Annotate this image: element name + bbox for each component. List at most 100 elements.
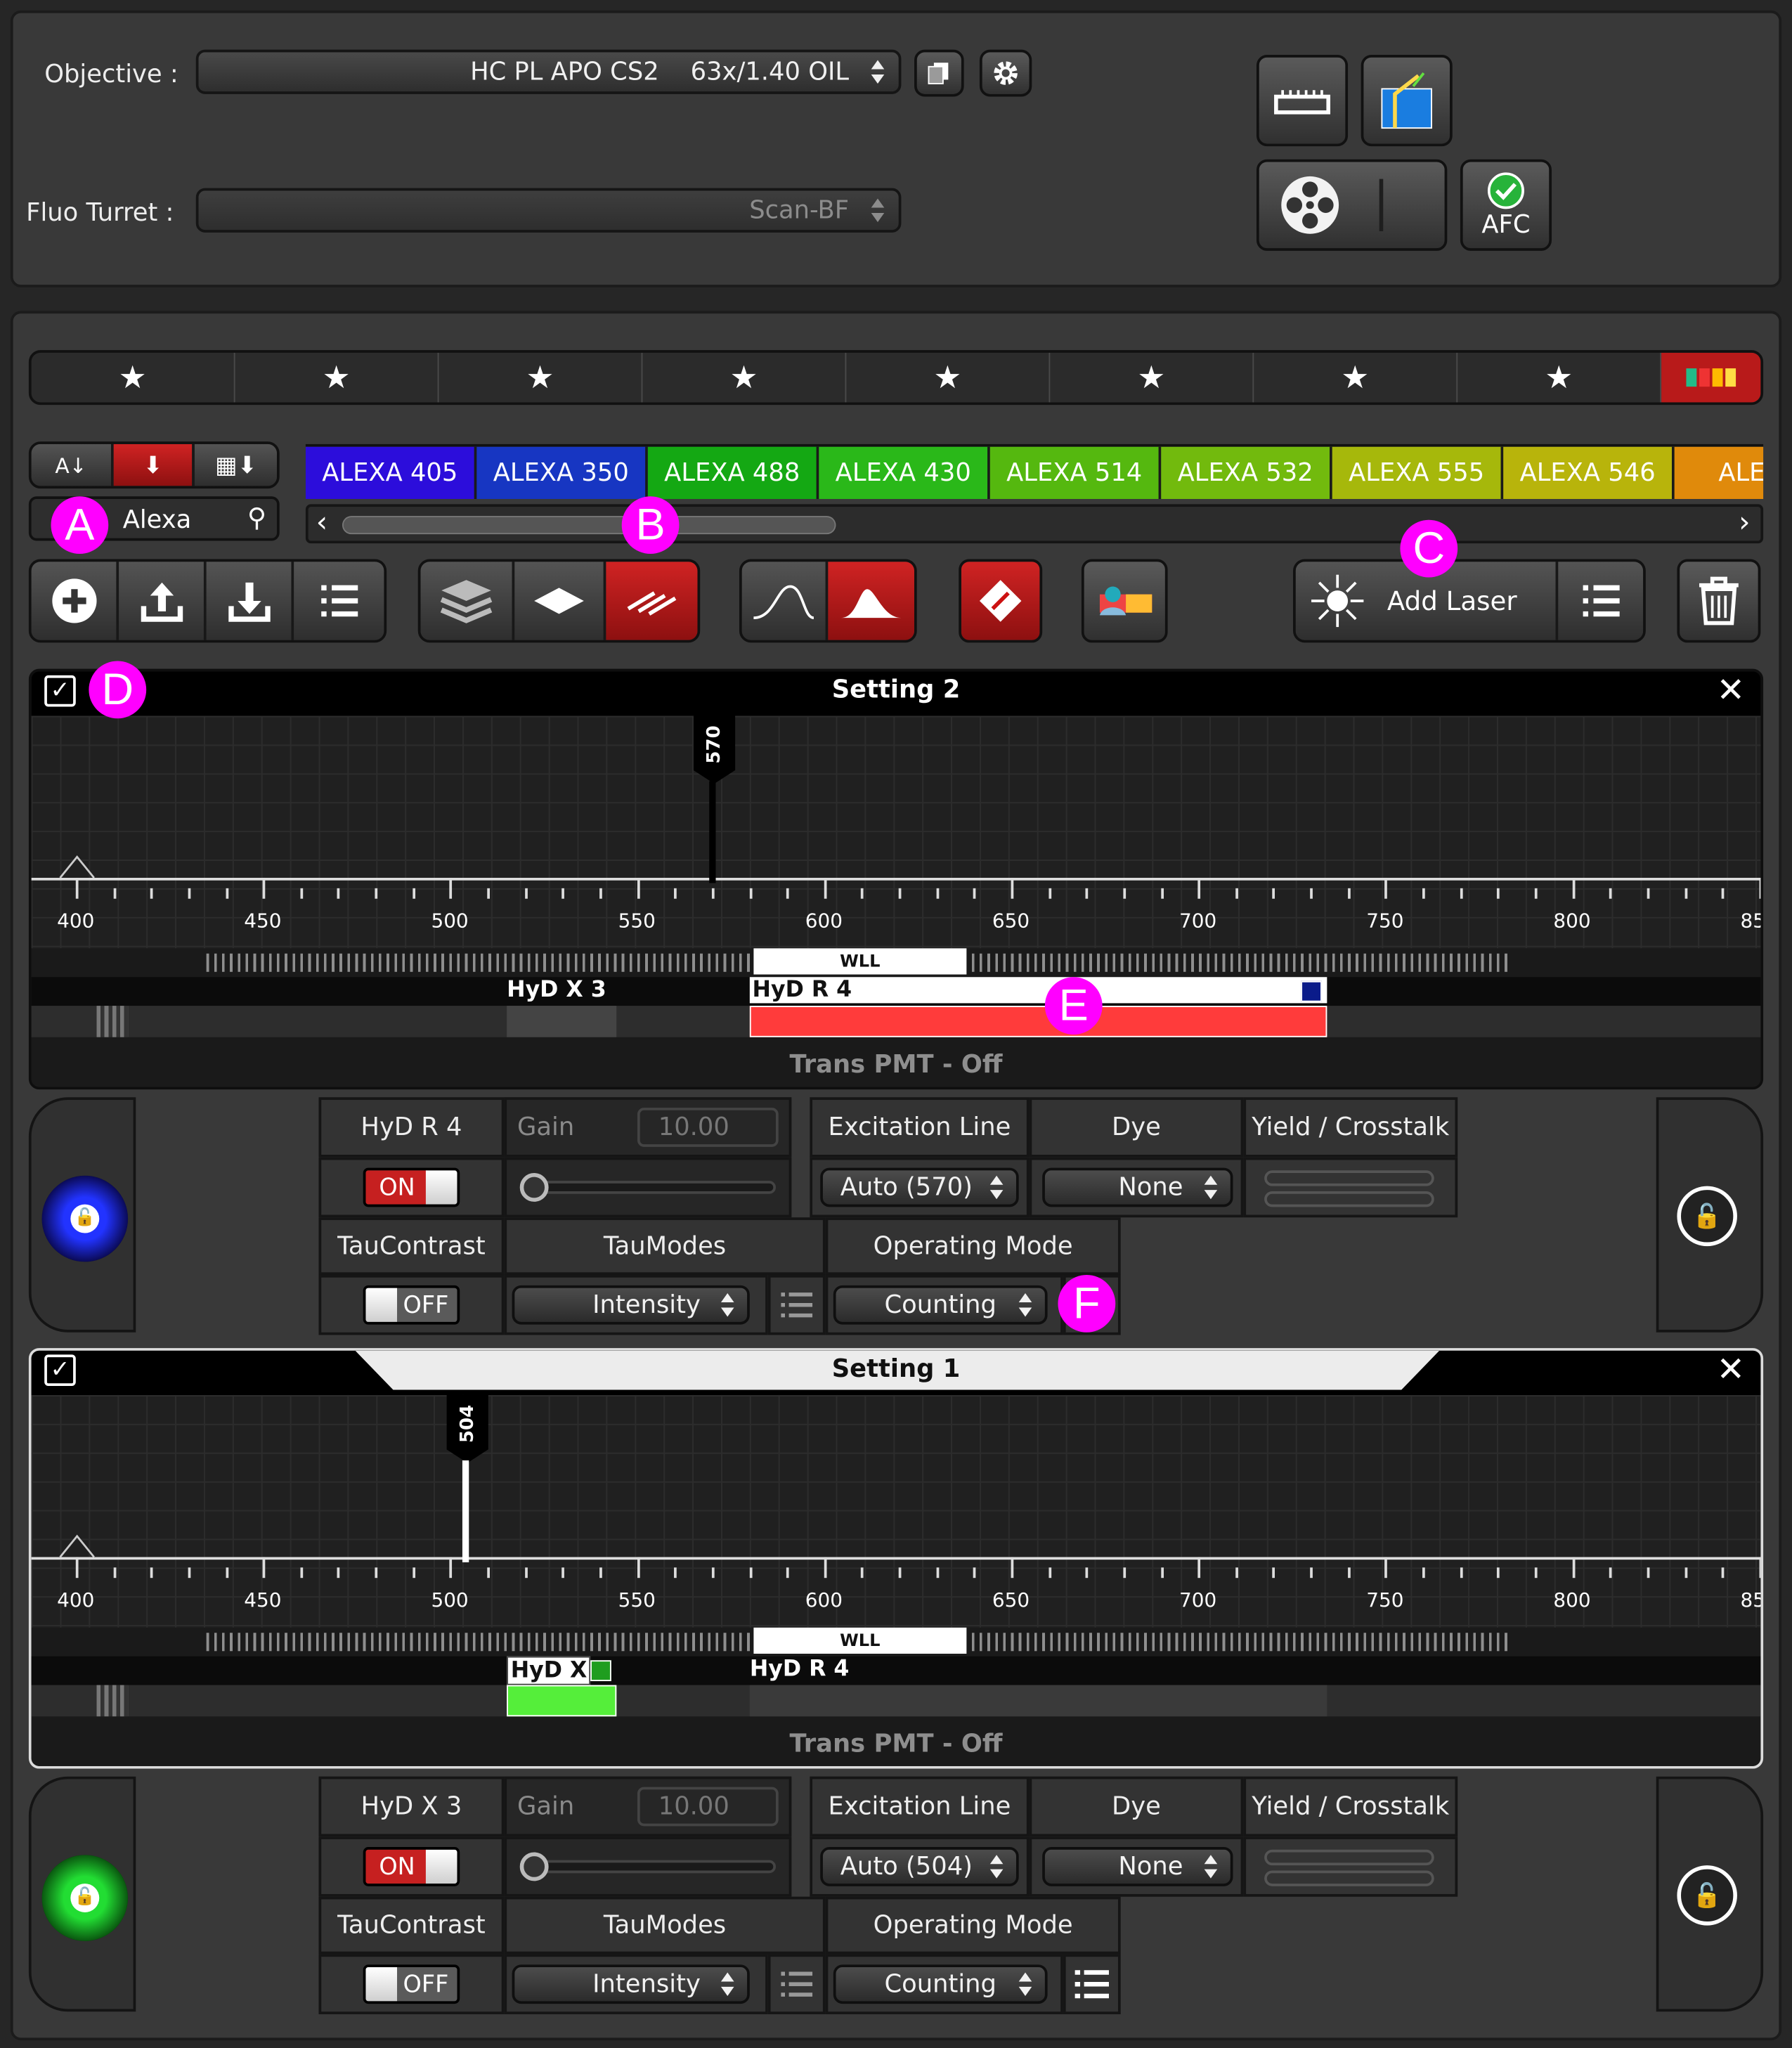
- dye-chip[interactable]: ALEXA 514: [989, 446, 1162, 499]
- favorites-bar: ★ ★ ★ ★ ★ ★ ★ ★: [28, 350, 1764, 406]
- detector-band-1[interactable]: [507, 1685, 617, 1717]
- laser-list-button[interactable]: [1558, 562, 1644, 640]
- wll-band[interactable]: WLL: [753, 948, 967, 975]
- emission-curve-button[interactable]: [741, 562, 829, 640]
- dye-chip[interactable]: ALEXA 555: [1332, 446, 1504, 499]
- fluo-turret-value: Scan-BF: [749, 195, 850, 225]
- detector-controls: 🔓 HyD R 4 Gain 10.00 ON Excitation Line …: [28, 1097, 1764, 1335]
- favorite-slot-1[interactable]: ★: [32, 352, 235, 403]
- star-add-icon: ★: [729, 359, 758, 396]
- taumodes-dropdown[interactable]: Intensity: [512, 1964, 750, 2004]
- gain-input[interactable]: 10.00: [637, 1787, 779, 1827]
- detector-band-2[interactable]: [749, 1685, 1327, 1717]
- favorite-slot-5[interactable]: ★: [846, 352, 1051, 403]
- objective-info-button[interactable]: [914, 49, 964, 97]
- objective-settings-button[interactable]: [979, 49, 1032, 97]
- objective-dropdown[interactable]: HC PL APO CS2 63x/1.40 OIL: [195, 49, 902, 94]
- single-plane-button[interactable]: [514, 562, 606, 640]
- axis-minor-tick: [113, 888, 116, 899]
- wll-band[interactable]: WLL: [753, 1627, 967, 1654]
- excitation-dropdown[interactable]: Auto (570): [820, 1167, 1019, 1207]
- favorite-slot-2[interactable]: ★: [235, 352, 439, 403]
- favorite-slot-7[interactable]: ★: [1254, 352, 1458, 403]
- check-circle-icon: [1487, 172, 1524, 209]
- taumodes-list-cell[interactable]: [767, 1274, 826, 1335]
- close-icon[interactable]: ✕: [1717, 671, 1746, 711]
- taucontrast-toggle[interactable]: OFF: [363, 1964, 460, 2004]
- gain-slider-thumb[interactable]: [519, 1852, 549, 1881]
- dye-search-input[interactable]: Alexa: [123, 505, 192, 534]
- dye-dropdown[interactable]: None: [1042, 1167, 1233, 1207]
- sort-color-button[interactable]: ⬇: [113, 443, 195, 486]
- trans-detector-band[interactable]: [96, 1685, 129, 1717]
- favorite-slot-6[interactable]: ★: [1050, 352, 1254, 403]
- dye-chip[interactable]: ALEXA 546: [1503, 446, 1675, 499]
- lut-button[interactable]: [1661, 352, 1761, 403]
- add-setting-button[interactable]: [31, 562, 119, 640]
- trans-detector-band[interactable]: [96, 1006, 129, 1037]
- chevron-right-icon[interactable]: ›: [1739, 507, 1750, 539]
- axis-minor-tick: [711, 888, 715, 899]
- sequence-link-button[interactable]: [959, 559, 1043, 643]
- detector-color-button[interactable]: 🔓: [41, 1855, 129, 1941]
- dye-chip[interactable]: ALEXA: [1674, 446, 1764, 499]
- favorite-slot-8[interactable]: ★: [1457, 352, 1662, 403]
- setting-panel[interactable]: ✓ Setting 2 ✕ 400 450 500 550 600 650 700 750 80…: [28, 668, 1764, 1090]
- dye-chip[interactable]: ALEXA 488: [647, 446, 819, 499]
- spectrum-chart[interactable]: 400 450 500 550 600 650 700 750 800 850 504: [31, 1394, 1761, 1628]
- afc-button[interactable]: AFC: [1460, 159, 1552, 251]
- axis-minor-tick: [450, 877, 453, 899]
- sort-alpha-button[interactable]: A↓: [31, 443, 114, 486]
- emission-fill-button[interactable]: [828, 562, 915, 640]
- stage-button[interactable]: [1256, 55, 1349, 147]
- spectrum-chart[interactable]: 400 450 500 550 600 650 700 750 800 850 570: [31, 715, 1761, 949]
- sequential-button[interactable]: [606, 562, 698, 640]
- dye-chip[interactable]: ALEXA 532: [1161, 446, 1332, 499]
- operating-mode-list-cell[interactable]: [1063, 1954, 1121, 2014]
- favorite-slot-3[interactable]: ★: [439, 352, 643, 403]
- import-button[interactable]: [206, 562, 294, 640]
- dye-scrollbar[interactable]: ‹ ›: [305, 504, 1764, 544]
- taumodes-dropdown[interactable]: Intensity: [512, 1285, 750, 1325]
- delete-button[interactable]: [1677, 559, 1761, 643]
- detector-toggle[interactable]: ON: [363, 1167, 460, 1207]
- fluo-turret-dropdown[interactable]: Scan-BF: [195, 188, 902, 233]
- export-button[interactable]: [119, 562, 207, 640]
- updown-icon: [1203, 1855, 1219, 1879]
- scroll-thumb[interactable]: [342, 516, 836, 535]
- dye-chip[interactable]: ALEXA 430: [819, 446, 990, 499]
- detector-band-1[interactable]: [507, 1006, 617, 1037]
- user-settings-button[interactable]: [1081, 559, 1168, 643]
- list-button[interactable]: [294, 562, 384, 640]
- favorite-slot-4[interactable]: ★: [642, 352, 847, 403]
- gain-slider[interactable]: [522, 1181, 777, 1194]
- operating-mode-dropdown[interactable]: Counting: [833, 1285, 1048, 1325]
- light-path-button[interactable]: [1361, 55, 1453, 147]
- dye-dropdown[interactable]: None: [1042, 1847, 1233, 1886]
- gain-slider[interactable]: [522, 1860, 777, 1874]
- stack-mode-button[interactable]: [420, 562, 515, 640]
- detector-toggle[interactable]: ON: [363, 1847, 460, 1886]
- dye-chip[interactable]: ALEXA 405: [305, 446, 477, 499]
- dye-chip[interactable]: ALEXA 350: [476, 446, 648, 499]
- turret-button[interactable]: [1256, 159, 1448, 251]
- taucontrast-toggle[interactable]: OFF: [363, 1285, 460, 1325]
- setting-panel[interactable]: ✓ Setting 1 ✕ 400 450 500 550 600 650 700 750 80…: [28, 1348, 1764, 1769]
- axis-minor-tick: [936, 888, 939, 899]
- axis-minor-tick: [1422, 1567, 1425, 1579]
- axis-minor-tick: [1085, 888, 1089, 899]
- close-icon[interactable]: ✕: [1717, 1351, 1746, 1390]
- taumodes-list-cell[interactable]: [767, 1954, 826, 2014]
- operating-mode-dropdown[interactable]: Counting: [833, 1964, 1048, 2004]
- sort-group-button[interactable]: ▦⬇: [195, 443, 278, 486]
- detector-band-2[interactable]: [749, 1006, 1327, 1037]
- axis-minor-tick: [1534, 1567, 1538, 1579]
- detector-color-button[interactable]: 🔓: [41, 1175, 129, 1262]
- gain-slider-thumb[interactable]: [519, 1173, 549, 1202]
- dye-cell: None: [1029, 1836, 1244, 1897]
- lock-button[interactable]: 🔓: [1677, 1865, 1737, 1926]
- gain-input[interactable]: 10.00: [637, 1108, 779, 1147]
- lock-button[interactable]: 🔓: [1677, 1186, 1737, 1247]
- chevron-left-icon[interactable]: ‹: [316, 507, 327, 539]
- excitation-dropdown[interactable]: Auto (504): [820, 1847, 1019, 1886]
